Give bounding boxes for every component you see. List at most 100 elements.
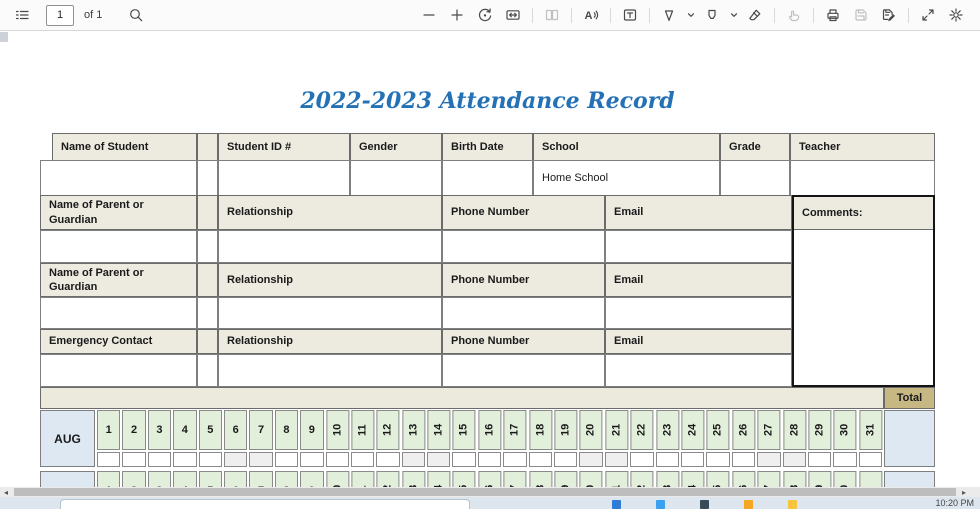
field-birth-date <box>442 160 533 196</box>
fullscreen-icon[interactable] <box>914 2 942 28</box>
field-emergency-name <box>40 354 197 387</box>
pdf-page: 2022-2023 Attendance Record Name of Stud… <box>0 32 980 487</box>
settings-icon[interactable] <box>942 2 970 28</box>
day-sep-31 <box>858 471 883 487</box>
header-gap-cell <box>197 329 218 354</box>
gap-cell <box>197 354 218 387</box>
header-relationship-2: Relationship <box>218 263 442 297</box>
day-aug-13: 13 <box>401 410 426 467</box>
day-aug-26: 26 <box>731 410 756 467</box>
day-aug-2: 2 <box>122 410 146 467</box>
day-sep-18: 18 <box>528 471 553 487</box>
day-sep-27: 27 <box>757 471 781 487</box>
draw-dropdown-icon[interactable] <box>683 2 698 28</box>
month-row-aug: AUG 1 2 3 4 5 6 7 8 9 10 11 12 13 14 15 16 17 18 19 20 21 22 23… <box>40 410 935 467</box>
scrollbar-thumb[interactable] <box>14 488 956 496</box>
read-aloud-icon[interactable]: A <box>577 2 605 28</box>
day-sep-6: 6 <box>223 471 248 487</box>
header-student-id: Student ID # <box>218 133 350 161</box>
day-aug-1: 1 <box>97 410 121 467</box>
fit-to-width-icon[interactable] <box>499 2 527 28</box>
gap-cell <box>197 297 218 329</box>
day-sep-25: 25 <box>706 471 730 487</box>
comments-box: Comments: <box>792 195 935 387</box>
day-sep-20: 20 <box>579 471 603 487</box>
day-aug-29: 29 <box>807 410 832 467</box>
pdf-toolbar: of 1 A <box>0 0 980 31</box>
taskbar-app-icon[interactable] <box>656 500 665 509</box>
field-relationship-3 <box>218 354 442 387</box>
day-aug-23: 23 <box>655 410 679 467</box>
header-phone-1: Phone Number <box>442 195 605 230</box>
day-sep-28: 28 <box>782 471 806 487</box>
document-title: 2022-2023 Attendance Record <box>300 88 675 114</box>
day-aug-10: 10 <box>325 410 349 467</box>
zoom-out-icon[interactable] <box>415 2 443 28</box>
toolbar-divider <box>813 7 814 23</box>
field-email-1 <box>605 230 792 263</box>
toolbar-divider <box>571 7 572 23</box>
taskbar-app-icon[interactable] <box>612 500 621 509</box>
rotate-icon[interactable] <box>471 2 499 28</box>
day-sep-10: 10 <box>325 471 349 487</box>
day-aug-8: 8 <box>274 410 299 467</box>
zoom-in-icon[interactable] <box>443 2 471 28</box>
day-sep-1: 1 <box>97 471 121 487</box>
day-aug-19: 19 <box>554 410 578 467</box>
highlight-icon[interactable] <box>698 2 726 28</box>
day-aug-4: 4 <box>173 410 197 467</box>
header-gap-cell <box>197 133 218 161</box>
field-gender <box>350 160 442 196</box>
field-phone-1 <box>442 230 605 263</box>
page-number-input[interactable] <box>46 4 74 26</box>
day-sep-9: 9 <box>300 471 324 487</box>
taskbar-app-icon[interactable] <box>744 500 753 509</box>
day-aug-28: 28 <box>782 410 806 467</box>
header-gender: Gender <box>350 133 442 161</box>
page-view-icon <box>538 2 566 28</box>
day-sep-26: 26 <box>731 471 756 487</box>
day-sep-8: 8 <box>274 471 299 487</box>
day-aug-22: 22 <box>630 410 654 467</box>
day-sep-17: 17 <box>503 471 527 487</box>
field-email-3 <box>605 354 792 387</box>
search-icon[interactable] <box>122 2 150 28</box>
month-label: AUG <box>40 410 95 467</box>
day-sep-3: 3 <box>147 471 172 487</box>
day-sep-5: 5 <box>198 471 222 487</box>
add-text-icon[interactable] <box>616 2 644 28</box>
day-aug-14: 14 <box>427 410 451 467</box>
erase-icon[interactable] <box>741 2 769 28</box>
toc-icon[interactable] <box>8 2 36 28</box>
day-sep-12: 12 <box>376 471 400 487</box>
day-aug-5: 5 <box>198 410 222 467</box>
taskbar-search-box[interactable] <box>60 499 470 509</box>
header-gap-cell <box>197 263 218 297</box>
field-grade <box>720 160 790 196</box>
field-parent-name-2 <box>40 297 197 329</box>
header-relationship-3: Relationship <box>218 329 442 354</box>
day-sep-15: 15 <box>452 471 476 487</box>
header-birth-date: Birth Date <box>442 133 533 161</box>
draw-icon[interactable] <box>655 2 683 28</box>
day-aug-12: 12 <box>376 410 400 467</box>
scroll-left-arrow-icon[interactable]: ◂ <box>0 487 12 497</box>
day-aug-16: 16 <box>477 410 502 467</box>
day-aug-25: 25 <box>706 410 730 467</box>
day-sep-21: 21 <box>604 471 629 487</box>
save-as-icon[interactable] <box>875 2 903 28</box>
scroll-right-arrow-icon[interactable]: ▸ <box>958 487 970 497</box>
taskbar-app-icon[interactable] <box>700 500 709 509</box>
page-count-label: of 1 <box>84 9 103 21</box>
toolbar-divider <box>532 7 533 23</box>
field-email-2 <box>605 297 792 329</box>
day-sep-19: 19 <box>554 471 578 487</box>
scroll-corner <box>0 32 8 42</box>
print-icon[interactable] <box>819 2 847 28</box>
highlight-dropdown-icon[interactable] <box>726 2 741 28</box>
field-phone-2 <box>442 297 605 329</box>
day-sep-13: 13 <box>401 471 426 487</box>
taskbar-app-icon[interactable] <box>788 500 797 509</box>
horizontal-scrollbar[interactable]: ◂ ▸ <box>0 487 980 497</box>
day-sep-11: 11 <box>350 471 375 487</box>
